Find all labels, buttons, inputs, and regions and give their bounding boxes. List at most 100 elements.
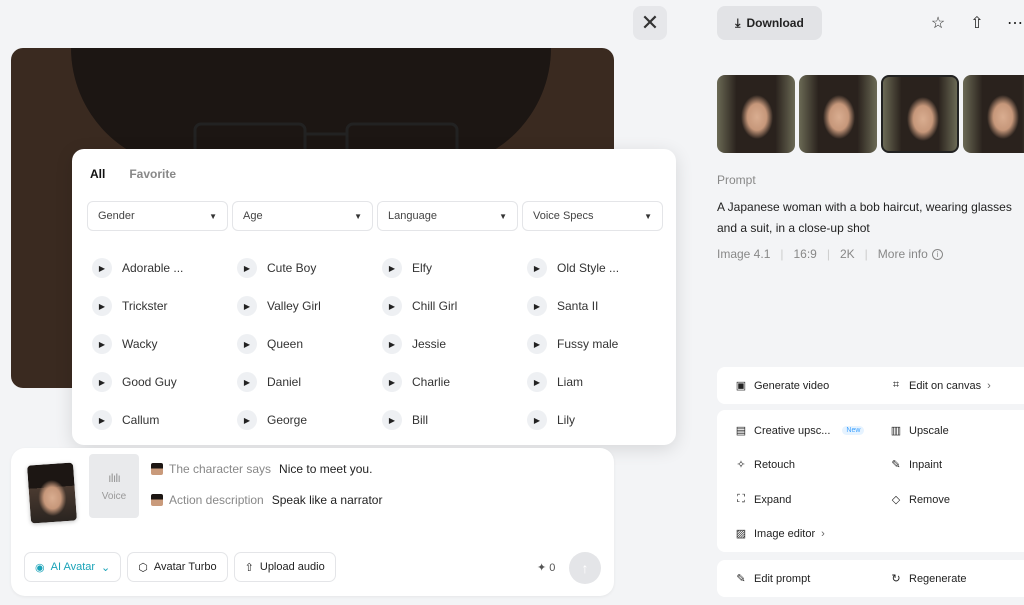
voice-item[interactable]: ▶ Trickster [92, 287, 237, 325]
character-says-value[interactable]: Nice to meet you. [279, 462, 372, 476]
thumbnail[interactable] [717, 75, 795, 153]
play-icon[interactable]: ▶ [527, 372, 547, 392]
send-button[interactable]: ↑ [569, 552, 601, 584]
voice-item[interactable]: ▶ Old Style ... [527, 249, 672, 287]
avatar-turbo-button[interactable]: ⬡ Avatar Turbo [127, 552, 228, 582]
play-icon[interactable]: ▶ [237, 258, 257, 278]
play-icon[interactable]: ▶ [92, 372, 112, 392]
play-icon[interactable]: ▶ [237, 334, 257, 354]
ai-avatar-dropdown[interactable]: ◉ AI Avatar ⌄ [24, 552, 122, 582]
tab-favorite[interactable]: Favorite [129, 167, 176, 181]
voice-item[interactable]: ▶ Wacky [92, 325, 237, 363]
creative-upscale-label: Creative upsc... [754, 424, 831, 437]
hd-icon: ▥ [890, 425, 902, 437]
download-label: Download [746, 16, 804, 30]
tab-all[interactable]: All [90, 167, 105, 181]
voice-item[interactable]: ▶ Fussy male [527, 325, 672, 363]
character-says-line[interactable]: The character says Nice to meet you. [151, 462, 372, 476]
voice-item[interactable]: ▶ Liam [527, 363, 672, 401]
audio-wave-icon: ıIıIı [108, 470, 121, 485]
upload-audio-label: Upload audio [259, 561, 325, 573]
play-icon[interactable]: ▶ [382, 296, 402, 316]
prompt-text: A Japanese woman with a bob haircut, wea… [717, 200, 1012, 235]
retouch-button[interactable]: ✧ Retouch [734, 458, 795, 472]
model-name: Image 4.1 [717, 247, 771, 261]
play-icon[interactable]: ▶ [92, 334, 112, 354]
voice-item[interactable]: ▶ Santa II [527, 287, 672, 325]
left-pane: ✕ All Favorite Gender ▼ Age ▼ Language ▼ Vo… [0, 0, 700, 605]
voice-name: Liam [557, 375, 584, 389]
edit-tools-card: ▤ Creative upsc... New ▥ Upscale ✧ Retou… [717, 410, 1024, 552]
voice-item[interactable]: ▶ Valley Girl [237, 287, 382, 325]
language-filter[interactable]: Language ▼ [377, 201, 518, 231]
creative-upscale-button[interactable]: ▤ Creative upsc... New [734, 424, 865, 437]
voice-item[interactable]: ▶ Bill [382, 401, 527, 439]
play-icon[interactable]: ▶ [237, 372, 257, 392]
voice-item[interactable]: ▶ Good Guy [92, 363, 237, 401]
avatar-turbo-label: Avatar Turbo [153, 561, 217, 573]
play-icon[interactable]: ▶ [92, 258, 112, 278]
play-icon[interactable]: ▶ [92, 296, 112, 316]
voice-card[interactable]: ıIıIı Voice [89, 454, 139, 518]
edit-on-canvas-button[interactable]: ⌗ Edit on canvas › [889, 379, 991, 392]
voice-item[interactable]: ▶ Cute Boy [237, 249, 382, 287]
voice-name: Cute Boy [267, 261, 317, 275]
age-filter[interactable]: Age ▼ [232, 201, 373, 231]
play-icon[interactable]: ▶ [527, 410, 547, 430]
thumbnail[interactable] [963, 75, 1024, 153]
edit-on-canvas-label: Edit on canvas [909, 379, 982, 392]
upload-audio-button[interactable]: ⇧ Upload audio [233, 552, 336, 582]
voice-name: Chill Girl [412, 299, 458, 313]
upscale-button[interactable]: ▥ Upscale [889, 424, 949, 438]
voice-item[interactable]: ▶ Elfy [382, 249, 527, 287]
action-description-label: Action description [169, 493, 264, 507]
image-editor-button[interactable]: ▨ Image editor › [734, 527, 825, 541]
action-description-value[interactable]: Speak like a narrator [272, 493, 383, 507]
play-icon[interactable]: ▶ [237, 410, 257, 430]
remove-button[interactable]: ◇ Remove [889, 493, 950, 507]
new-badge: New [842, 426, 865, 435]
star-icon[interactable]: ☆ [927, 12, 949, 34]
avatar[interactable] [27, 462, 77, 524]
regenerate-label: Regenerate [909, 572, 967, 585]
voice-item[interactable]: ▶ George [237, 401, 382, 439]
voice-item[interactable]: ▶ Daniel [237, 363, 382, 401]
voice-item[interactable]: ▶ Adorable ... [92, 249, 237, 287]
play-icon[interactable]: ▶ [237, 296, 257, 316]
generate-video-button[interactable]: ▣ Generate video [734, 379, 829, 393]
voice-name: Charlie [412, 375, 451, 389]
play-icon[interactable]: ▶ [527, 296, 547, 316]
play-icon[interactable]: ▶ [382, 372, 402, 392]
aspect-ratio: 16:9 [793, 247, 817, 261]
voice-item[interactable]: ▶ Chill Girl [382, 287, 527, 325]
gender-filter-label: Gender [98, 210, 135, 222]
play-icon[interactable]: ▶ [527, 334, 547, 354]
voice-item[interactable]: ▶ Charlie [382, 363, 527, 401]
voice-item[interactable]: ▶ Lily [527, 401, 672, 439]
share-icon[interactable]: ⇧ [966, 12, 988, 34]
play-icon[interactable]: ▶ [382, 410, 402, 430]
download-button[interactable]: ⤓ Download [717, 6, 822, 40]
voice-item[interactable]: ▶ Callum [92, 401, 237, 439]
image-thumbnails [717, 75, 1024, 153]
voice-specs-filter[interactable]: Voice Specs ▼ [522, 201, 663, 231]
thumbnail[interactable] [799, 75, 877, 153]
play-icon[interactable]: ▶ [92, 410, 112, 430]
more-icon[interactable]: ⋯ [1004, 12, 1024, 34]
arrow-up-icon: ↑ [581, 560, 589, 576]
regenerate-button[interactable]: ↻ Regenerate [889, 572, 967, 586]
play-icon[interactable]: ▶ [382, 258, 402, 278]
inpaint-button[interactable]: ✎ Inpaint [889, 458, 942, 472]
expand-button[interactable]: ⛶ Expand [734, 493, 791, 506]
edit-prompt-button[interactable]: ✎ Edit prompt [734, 572, 810, 586]
thumbnail-selected[interactable] [881, 75, 959, 153]
close-button[interactable]: ✕ [633, 6, 667, 40]
play-icon[interactable]: ▶ [382, 334, 402, 354]
play-icon[interactable]: ▶ [527, 258, 547, 278]
gender-filter[interactable]: Gender ▼ [87, 201, 228, 231]
voice-item[interactable]: ▶ Queen [237, 325, 382, 363]
action-description-line[interactable]: Action description Speak like a narrator [151, 493, 382, 507]
voice-item[interactable]: ▶ Jessie [382, 325, 527, 363]
avatar-mini-icon [151, 463, 163, 475]
more-info-link[interactable]: More info i [878, 247, 943, 261]
